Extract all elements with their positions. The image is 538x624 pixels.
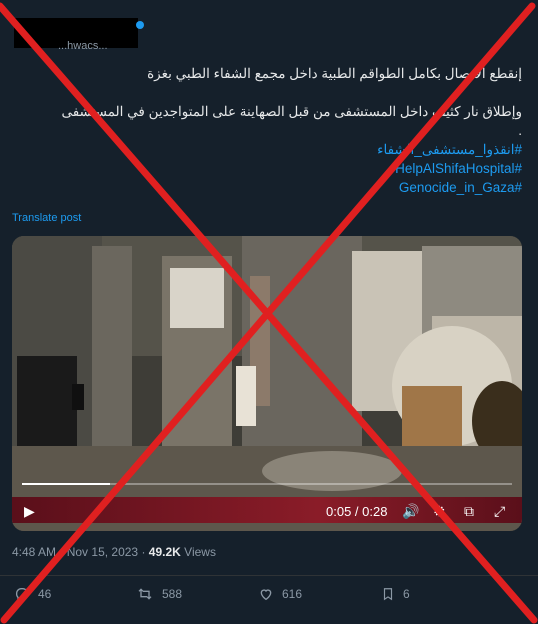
translate-post-link[interactable]: Translate post xyxy=(12,212,81,224)
tweet-line-3: وإطلاق نار كثيف داخل المستشفى من قبل الص… xyxy=(61,104,522,119)
verified-badge-icon xyxy=(136,21,144,29)
action-bar: 46 588 616 6 xyxy=(0,586,538,606)
play-icon[interactable]: ▶ xyxy=(24,503,35,520)
views-count: 49.2K xyxy=(148,545,181,559)
heart-icon xyxy=(260,589,272,601)
bookmark-count: 6 xyxy=(403,587,410,601)
bookmark-button[interactable]: 6 xyxy=(381,586,410,602)
tweet-line-gap xyxy=(22,83,522,102)
post-time[interactable]: 4:48 AM xyxy=(12,545,56,559)
hashtag-link[interactable]: #HelpAlShifaHospital xyxy=(22,159,522,178)
video-progress-fill xyxy=(22,483,111,485)
video-player[interactable]: ▶ 0:05 / 0:28 🔊 ⚙ ⧉ ⤢ xyxy=(12,236,522,531)
repost-icon xyxy=(138,588,152,600)
tweet-line-4: . xyxy=(518,123,522,138)
reply-count: 46 xyxy=(38,587,52,601)
tweet-line-1: إنقطع الاتصال بكامل الطواقم الطبية داخل … xyxy=(147,66,522,81)
repost-button[interactable]: 588 xyxy=(136,586,182,602)
fullscreen-icon[interactable]: ⤢ xyxy=(494,503,505,520)
meta-separator: · xyxy=(59,545,64,559)
author-handle[interactable]: ...hwacs... xyxy=(58,40,108,52)
video-controls: ▶ 0:05 / 0:28 🔊 ⚙ ⧉ ⤢ xyxy=(12,499,522,525)
post-meta: 4:48 AM · Nov 15, 2023 · 49.2K Views xyxy=(12,545,216,559)
bookmark-icon xyxy=(383,588,393,601)
repost-count: 588 xyxy=(162,587,183,601)
views-label: Views xyxy=(184,545,216,559)
reply-button[interactable]: 46 xyxy=(14,586,51,602)
settings-gear-icon[interactable]: ⚙ xyxy=(433,503,446,520)
meta-separator: · xyxy=(141,545,146,559)
video-progress-track[interactable] xyxy=(22,483,512,485)
video-frame xyxy=(12,236,522,531)
volume-icon[interactable]: 🔊 xyxy=(402,503,419,520)
video-time: 0:05 / 0:28 xyxy=(326,504,388,519)
tweet-text: إنقطع الاتصال بكامل الطواقم الطبية داخل … xyxy=(22,64,522,197)
like-button[interactable]: 616 xyxy=(258,586,302,602)
hashtag-link[interactable]: #Genocide_in_Gaza xyxy=(22,178,522,197)
divider xyxy=(0,575,538,576)
like-count: 616 xyxy=(282,587,303,601)
hashtag-link[interactable]: #انقذوا_مستشفى_الشفاء xyxy=(22,140,522,159)
picture-in-picture-icon[interactable]: ⧉ xyxy=(464,503,474,520)
reply-icon xyxy=(15,588,28,602)
post-date[interactable]: Nov 15, 2023 xyxy=(67,545,138,559)
